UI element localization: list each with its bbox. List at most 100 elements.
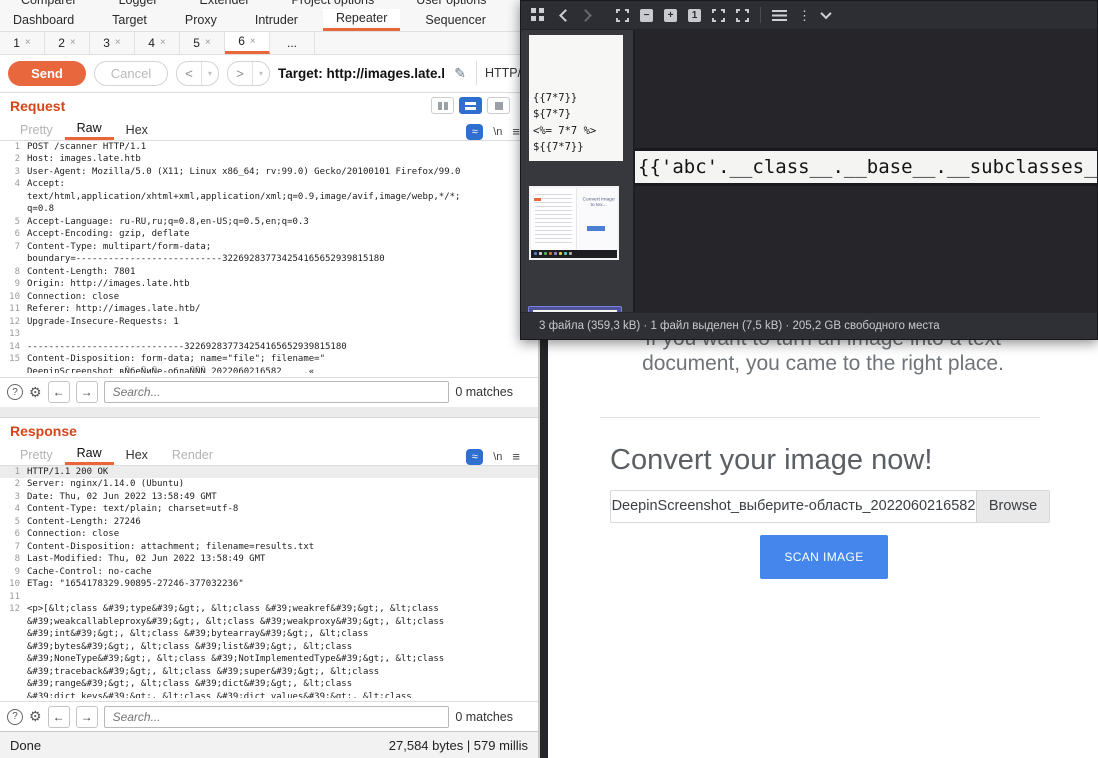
next-match-button[interactable]: → <box>76 706 98 728</box>
tab-pretty[interactable]: Pretty <box>8 445 65 465</box>
burp-top-tab[interactable]: Project options <box>271 0 396 9</box>
response-panel-header: Response <box>0 418 538 443</box>
tab-raw[interactable]: Raw <box>65 120 114 140</box>
request-search-input[interactable] <box>104 381 450 403</box>
browse-button[interactable]: Browse <box>976 491 1049 522</box>
repeater-tab[interactable]: 4 × <box>135 32 180 54</box>
next-match-button[interactable]: → <box>76 381 98 403</box>
close-icon[interactable]: × <box>70 37 76 48</box>
file-upload-field[interactable]: DeepinScreenshot_выберите-область_202206… <box>610 490 1050 523</box>
screen: If you want to turn an image into a text… <box>0 0 1098 758</box>
burp-top-tab[interactable]: User options <box>395 0 507 9</box>
repeater-tab[interactable]: 6 × <box>225 32 270 54</box>
burp-main-tab[interactable]: Sequencer <box>412 9 498 31</box>
gear-icon[interactable]: ⚙ <box>29 384 42 401</box>
viewer-status-bar: 3 файла (359,3 kB) · 1 файл выделен (7,5… <box>521 312 1097 339</box>
burp-window: ComparerLoggerExtenderProject optionsUse… <box>0 0 540 758</box>
burp-main-tab[interactable]: Dashboard <box>0 9 87 31</box>
chevron-down-icon[interactable]: ▾ <box>252 62 269 85</box>
payload-line: {{7*7}} <box>533 90 619 107</box>
preview-canvas[interactable]: {{'abc'.__class__.__base__.__subclasses_… <box>635 30 1097 312</box>
request-match-count: 0 matches <box>455 385 531 399</box>
fit-window-icon[interactable] <box>736 9 749 22</box>
burp-main-tab[interactable]: Proxy <box>172 9 230 31</box>
layout-toggle-group <box>431 97 528 114</box>
chevron-down-icon[interactable]: ▾ <box>201 62 218 85</box>
close-icon[interactable]: × <box>160 37 166 48</box>
app-grid-icon[interactable] <box>531 8 536 13</box>
close-icon[interactable]: × <box>205 37 211 48</box>
code-line: 11 <box>0 591 538 604</box>
zoomed-text-preview: {{'abc'.__class__.__base__.__subclasses_… <box>635 148 1097 186</box>
panel-splitter[interactable] <box>0 407 538 418</box>
close-icon[interactable]: × <box>250 36 256 47</box>
edit-target-icon[interactable]: ✎ <box>454 65 466 82</box>
cancel-button[interactable]: Cancel <box>94 61 168 86</box>
thumbnail-screenshot-image[interactable]: Convert image to tex... <box>529 186 619 260</box>
repeater-tab[interactable]: 1 × <box>0 32 45 54</box>
burp-main-tab[interactable]: Repeater <box>323 9 400 31</box>
zoom-fit-icon[interactable] <box>616 9 629 22</box>
tagline-line2: document, you came to the right place. <box>548 351 1098 376</box>
code-line: text/html,application/xhtml+xml,applicat… <box>0 191 538 204</box>
list-view-icon[interactable] <box>772 10 787 21</box>
tab-raw[interactable]: Raw <box>65 445 114 465</box>
response-editor[interactable]: 1HTTP/1.1 200 OK 2Server: nginx/1.14.0 (… <box>0 465 538 702</box>
prettify-icon[interactable]: ≈ <box>466 449 483 465</box>
code-line: &#39;NoneType&#39;&gt;, &lt;class &#39;N… <box>0 653 538 666</box>
repeater-tab[interactable]: ... × <box>270 32 315 54</box>
burp-top-tab[interactable]: Logger <box>98 0 179 9</box>
burp-main-tab[interactable]: Target <box>99 9 160 31</box>
file-input-value[interactable]: DeepinScreenshot_выберите-область_202206… <box>611 491 976 522</box>
code-line: 13 <box>0 328 538 341</box>
back-icon[interactable] <box>559 9 572 22</box>
menu-dots-icon[interactable]: ⋮ <box>798 9 811 22</box>
burp-main-tab[interactable]: Intruder <box>242 9 311 31</box>
single-layout-icon[interactable] <box>487 97 510 114</box>
show-newlines-icon[interactable]: \n <box>493 451 502 463</box>
response-match-count: 0 matches <box>455 710 531 724</box>
help-icon[interactable]: ? <box>7 709 23 725</box>
request-editor[interactable]: 1POST /scanner HTTP/1.1 2Host: images.la… <box>0 140 538 378</box>
repeater-tab-label: 3 <box>103 36 110 50</box>
repeater-tab-strip: 1 × 2 × 3 × 4 × 5 <box>0 32 538 55</box>
prev-match-button[interactable]: ← <box>48 706 70 728</box>
history-forward-button[interactable]: > ▾ <box>227 61 270 86</box>
forward-icon[interactable] <box>579 9 592 22</box>
burp-top-tabs-clipped: ComparerLoggerExtenderProject optionsUse… <box>0 0 540 9</box>
zoom-out-icon[interactable]: − <box>640 9 653 22</box>
burp-top-tab[interactable]: Extender <box>179 0 271 9</box>
prettify-icon[interactable]: ≈ <box>466 124 483 140</box>
target-url-label: Target: http://images.late.htb <box>278 66 444 81</box>
code-line: 11Referer: http://images.late.htb/ <box>0 303 538 316</box>
show-newlines-icon[interactable]: \n <box>493 126 502 138</box>
send-button[interactable]: Send <box>8 61 86 86</box>
help-icon[interactable]: ? <box>7 384 23 400</box>
tab-pretty[interactable]: Pretty <box>8 120 65 140</box>
scan-image-button[interactable]: SCAN IMAGE <box>760 535 888 579</box>
burp-top-tab[interactable]: Comparer <box>0 0 98 9</box>
repeater-tab[interactable]: 2 × <box>45 32 90 54</box>
tab-hex[interactable]: Hex <box>114 445 160 465</box>
code-line: 6Accept-Encoding: gzip, deflate <box>0 228 538 241</box>
tab-hex[interactable]: Hex <box>114 120 160 140</box>
thumbnail-ssti-payloads-file[interactable]: {{7*7}}${7*7}<%= 7*7 %>${{7*7}} <box>529 35 623 161</box>
rows-layout-icon[interactable] <box>459 97 482 114</box>
history-back-button[interactable]: < ▾ <box>176 61 219 86</box>
gear-icon[interactable]: ⚙ <box>29 708 42 725</box>
editor-menu-icon[interactable]: ≡ <box>512 124 520 139</box>
columns-layout-icon[interactable] <box>431 97 454 114</box>
response-search-input[interactable] <box>104 706 450 728</box>
prev-match-button[interactable]: ← <box>48 381 70 403</box>
close-icon[interactable]: × <box>115 37 121 48</box>
payload-line: ${{7*7}} <box>533 139 619 156</box>
repeater-tab[interactable]: 3 × <box>90 32 135 54</box>
fit-width-icon[interactable] <box>712 9 725 22</box>
repeater-tab[interactable]: 5 × <box>180 32 225 54</box>
zoom-in-icon[interactable]: + <box>664 9 677 22</box>
chevron-down-icon[interactable] <box>820 8 831 19</box>
zoom-original-icon[interactable]: 1 <box>688 9 701 22</box>
editor-menu-icon[interactable]: ≡ <box>512 449 520 464</box>
close-icon[interactable]: × <box>25 37 31 48</box>
tab-render[interactable]: Render <box>160 445 225 465</box>
